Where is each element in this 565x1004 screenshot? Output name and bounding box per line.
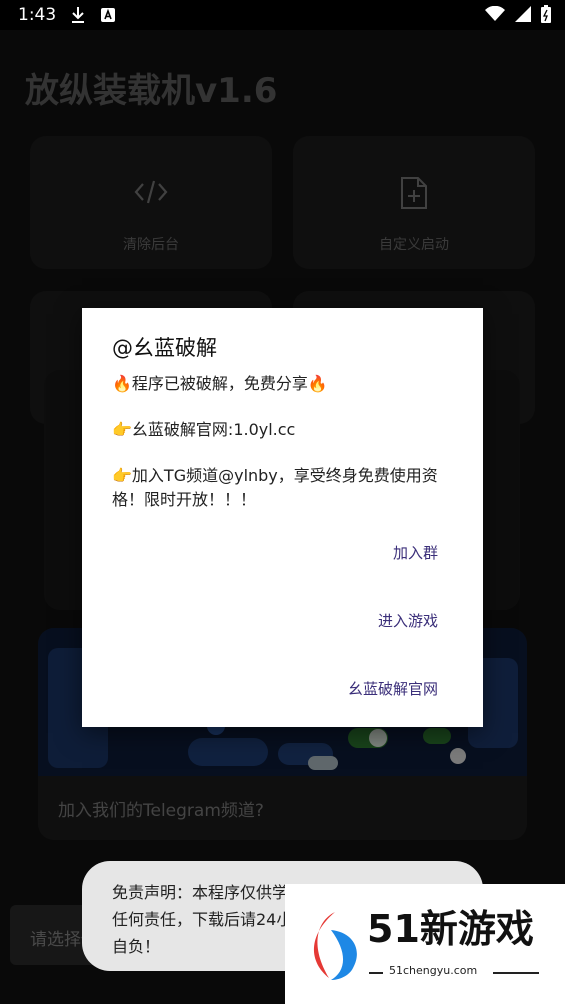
battery-icon <box>541 5 551 28</box>
brand-logo-icon <box>305 908 361 984</box>
dialog-message: 🔥程序已被破解，免费分享🔥 👉幺蓝破解官网:1.0yl.cc 👉加入TG频道@y… <box>112 372 457 534</box>
dialog-line-telegram: 👉加入TG频道@ylnby，享受终身免费使用资格！限时开放！！！ <box>112 466 438 509</box>
dialog-line-cracked: 🔥程序已被破解，免费分享🔥 <box>112 374 328 393</box>
status-time: 1:43 <box>18 5 57 25</box>
site-watermark: 51新游戏 51chengyu.com <box>285 884 565 1004</box>
brand-line-right <box>493 972 539 974</box>
status-bar: 1:43 <box>0 0 565 30</box>
dialog-line-website: 👉幺蓝破解官网:1.0yl.cc <box>112 420 296 439</box>
join-group-button[interactable]: 加入群 <box>393 542 438 563</box>
brand-name: 51新游戏 <box>367 907 534 951</box>
keyboard-a-icon <box>100 7 116 23</box>
download-icon <box>70 6 86 24</box>
brand-url: 51chengyu.com <box>389 964 478 977</box>
wifi-icon <box>485 5 505 27</box>
signal-icon <box>515 6 531 27</box>
enter-game-button[interactable]: 进入游戏 <box>378 610 438 631</box>
brand-line-left <box>369 972 383 974</box>
official-site-button[interactable]: 幺蓝破解官网 <box>348 678 438 699</box>
dialog-title: @幺蓝破解 <box>112 336 217 360</box>
alert-dialog: @幺蓝破解 🔥程序已被破解，免费分享🔥 👉幺蓝破解官网:1.0yl.cc 👉加入… <box>82 308 483 727</box>
